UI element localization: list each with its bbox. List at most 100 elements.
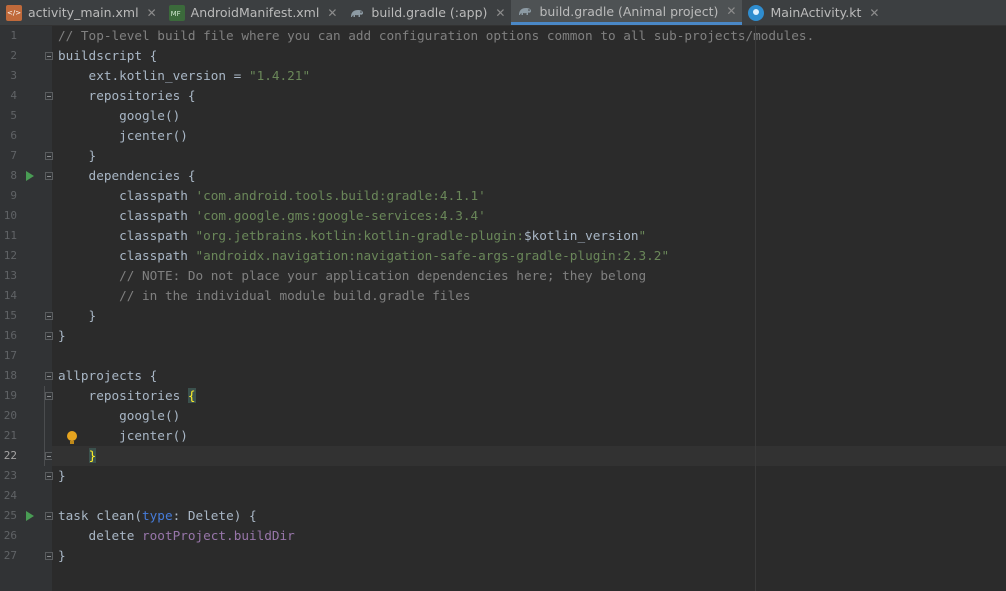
line-number: 15 [3,309,17,322]
gutter-line: 26 [0,526,52,546]
line-number: 7 [10,149,17,162]
code-token: 'com.android.tools.build:gradle:4.1.1' [195,188,486,203]
code-text: classpath 'com.android.tools.build:gradl… [58,186,486,206]
close-tab-icon[interactable]: ✕ [327,6,337,20]
code-text: // Top-level build file where you can ad… [58,26,814,46]
code-line[interactable]: // in the individual module build.gradle… [52,286,1006,306]
code-text: } [58,446,97,466]
code-token: "org.jetbrains.kotlin:kotlin-gradle-plug… [195,228,524,243]
code-token: "1.4.21" [248,68,311,83]
code-line[interactable]: } [52,306,1006,326]
code-line[interactable]: google() [52,106,1006,126]
editor-tab[interactable]: MainActivity.kt ✕ [742,0,885,25]
gutter-line: 16 [0,326,53,346]
gutter-line: 2 [0,46,53,66]
close-tab-icon[interactable]: ✕ [495,6,505,20]
line-number: 21 [3,429,17,442]
code-line[interactable] [52,346,1006,366]
code-line[interactable]: } [52,546,1006,566]
gutter-line: 27 [0,546,53,566]
code-text: google() [58,106,180,126]
line-number: 12 [3,249,17,262]
code-line[interactable]: } [52,146,1006,166]
code-line[interactable]: classpath 'com.google.gms:google-service… [52,206,1006,226]
editor-tab-label: build.gradle (:app) [371,5,488,20]
code-token: classpath [58,228,196,243]
code-line[interactable]: classpath "org.jetbrains.kotlin:kotlin-g… [52,226,1006,246]
code-line[interactable]: classpath "androidx.navigation:navigatio… [52,246,1006,266]
gutter-line: 18 [0,366,53,386]
xml-file-icon [6,4,22,21]
code-editor[interactable]: // Top-level build file where you can ad… [44,26,1006,591]
code-text: dependencies { [58,166,196,186]
code-line[interactable]: // Top-level build file where you can ad… [52,26,1006,46]
code-token: } [58,328,66,343]
code-line[interactable]: classpath 'com.android.tools.build:gradl… [52,186,1006,206]
gutter-line: 3 [0,66,52,86]
code-line[interactable]: } [52,326,1006,346]
code-token: google() [58,108,181,123]
code-token: { [187,388,196,403]
editor-tab-label: activity_main.xml [28,5,139,20]
editor-tab[interactable]: AndroidManifest.xml ✕ [163,0,344,25]
code-line[interactable]: allprojects { [52,366,1006,386]
code-token: classpath [58,208,196,223]
code-token: } [58,308,97,323]
gradle-icon [517,3,533,19]
run-gutter-icon[interactable] [26,171,34,181]
line-number: 22 [3,449,17,462]
gutter-line: 23 [0,466,53,486]
code-line[interactable]: dependencies { [52,166,1006,186]
close-tab-icon[interactable]: ✕ [869,6,879,20]
gutter-line: 14 [0,286,52,306]
code-line[interactable]: google() [52,406,1006,426]
code-text: classpath "org.jetbrains.kotlin:kotlin-g… [58,226,646,246]
code-line[interactable]: jcenter() [52,126,1006,146]
line-number: 17 [3,349,17,362]
gutter-line: 9 [0,186,52,206]
gutter-line: 13 [0,266,52,286]
code-line[interactable]: repositories { [52,386,1006,406]
code-token: " [638,228,647,243]
line-number: 1 [10,29,17,42]
code-line[interactable]: buildscript { [52,46,1006,66]
editor-tab[interactable]: build.gradle (Animal project) ✕ [511,0,743,25]
gutter-line: 12 [0,246,52,266]
code-token: repositories { [58,88,196,103]
code-text: classpath 'com.google.gms:google-service… [58,206,486,226]
gutter-line: 11 [0,226,52,246]
editor-tab-label: MainActivity.kt [770,5,862,20]
line-number: 19 [3,389,17,402]
gutter-line: 7 [0,146,53,166]
gutter-line: 5 [0,106,52,126]
close-tab-icon[interactable]: ✕ [726,4,736,18]
right-margin-guide [755,26,756,591]
code-token: type [142,508,173,523]
run-gutter-icon[interactable] [26,511,34,521]
code-text: delete rootProject.buildDir [58,526,295,546]
code-text: repositories { [58,86,196,106]
code-line[interactable]: repositories { [52,86,1006,106]
line-number: 4 [10,89,17,102]
code-line[interactable]: task clean(type: Delete) { [52,506,1006,526]
code-text: allprojects { [58,366,157,386]
code-line[interactable]: } [52,466,1006,486]
intention-lightbulb-icon[interactable] [67,431,77,444]
code-line[interactable]: ext.kotlin_version = "1.4.21" [52,66,1006,86]
code-text: // in the individual module build.gradle… [58,286,470,306]
code-text: jcenter() [58,126,188,146]
caret-line[interactable]: } [52,446,1006,466]
line-number: 13 [3,269,17,282]
code-text: jcenter() [58,426,188,446]
code-line[interactable] [52,486,1006,506]
code-line[interactable]: delete rootProject.buildDir [52,526,1006,546]
code-token: buildscript { [58,48,158,63]
editor-tab[interactable]: build.gradle (:app) ✕ [343,0,511,25]
code-line[interactable]: jcenter() [52,426,1006,446]
code-line[interactable]: // NOTE: Do not place your application d… [52,266,1006,286]
editor-tab[interactable]: activity_main.xml ✕ [0,0,163,25]
close-tab-icon[interactable]: ✕ [147,6,157,20]
indent-guide [44,386,45,466]
editor-tab-label: build.gradle (Animal project) [539,3,719,19]
